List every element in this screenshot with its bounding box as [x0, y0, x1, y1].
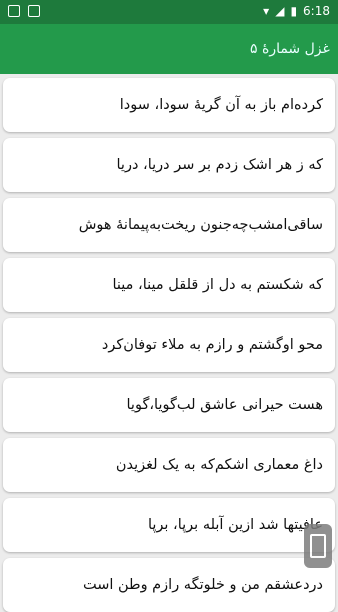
list-item[interactable]: هست حیرانی عاشق لب‌گویا،گویا: [3, 378, 335, 432]
wifi-icon: ▾: [263, 4, 270, 18]
battery-icon: ▮: [290, 4, 298, 18]
notification-icons: [8, 5, 40, 17]
signal-icon: ◢: [275, 4, 285, 18]
list-item[interactable]: که ز هر اشک زدم بر سر دریا، دریا: [3, 138, 335, 192]
verse-list[interactable]: کرده‌ام باز به آن گریهٔ سودا، سودا که ز …: [0, 74, 338, 612]
verse-text: که ز هر اشک زدم بر سر دریا، دریا: [116, 157, 323, 173]
verse-text: هست حیرانی عاشق لب‌گویا،گویا: [126, 397, 323, 413]
list-item[interactable]: عافیتها شد ازین آبله برپا، برپا: [3, 498, 335, 552]
list-item[interactable]: ساقی‌امشب‌چه‌جنون ریخت‌به‌پیمانهٔ هوش: [3, 198, 335, 252]
list-item[interactable]: داغ معماری اشکم‌که به یک لغزیدن: [3, 438, 335, 492]
verse-text: دردعشقم من و خلوتگه رازم وطن است: [82, 577, 323, 593]
verse-text: ساقی‌امشب‌چه‌جنون ریخت‌به‌پیمانهٔ هوش: [78, 217, 323, 233]
verse-text: کرده‌ام باز به آن گریهٔ سودا، سودا: [119, 97, 323, 113]
notification-icon: [8, 5, 20, 17]
list-item[interactable]: که شکستم به دل از قلقل مینا، مینا: [3, 258, 335, 312]
verse-text: که شکستم به دل از قلقل مینا، مینا: [112, 277, 324, 293]
status-bar: ▾ ◢ ▮ 6:18: [0, 0, 338, 24]
verse-text: عافیتها شد ازین آبله برپا، برپا: [147, 517, 323, 533]
image-icon: [28, 5, 40, 17]
page-title: غزل شمارهٔ ۵: [250, 41, 330, 57]
verse-text: داغ معماری اشکم‌که به یک لغزیدن: [115, 457, 323, 473]
system-icons: ▾ ◢ ▮ 6:18: [263, 4, 330, 18]
clock: 6:18: [303, 4, 330, 18]
list-item[interactable]: محو اوگشتم و رازم به ملاء توفان‌کرد: [3, 318, 335, 372]
verse-text: محو اوگشتم و رازم به ملاء توفان‌کرد: [101, 337, 323, 353]
list-item[interactable]: دردعشقم من و خلوتگه رازم وطن است: [3, 558, 335, 612]
list-item[interactable]: کرده‌ام باز به آن گریهٔ سودا، سودا: [3, 78, 335, 132]
store-badge-icon[interactable]: [304, 524, 332, 568]
app-bar: غزل شمارهٔ ۵: [0, 24, 338, 74]
